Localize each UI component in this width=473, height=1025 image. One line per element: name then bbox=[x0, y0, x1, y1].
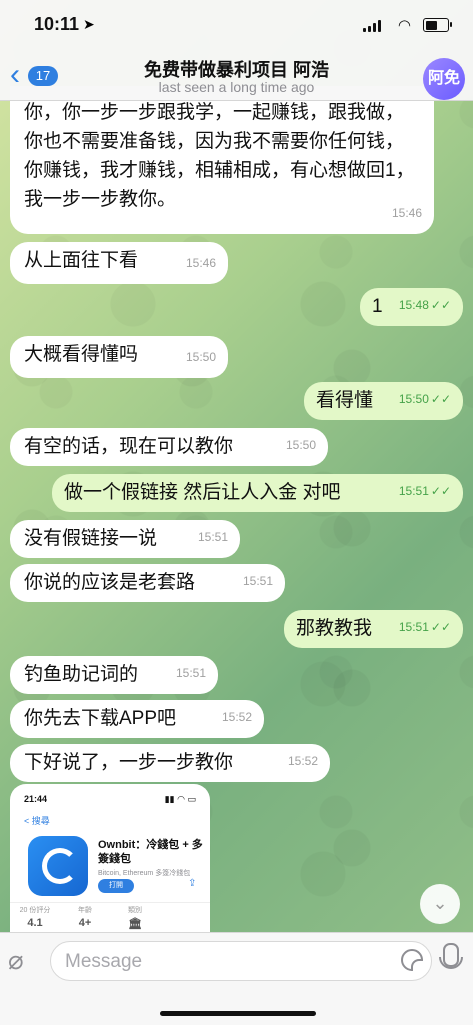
scroll-down-button[interactable]: ⌄ bbox=[420, 884, 460, 924]
chevron-down-icon: ⌄ bbox=[432, 893, 448, 913]
message-bubble-outgoing[interactable]: 做一个假链接 然后让人入金 对吧 15:51 ✓✓ bbox=[52, 474, 463, 512]
screenshot-status-icons: ▮▮ ◠ ▭ bbox=[164, 794, 196, 804]
message-time: 15:52 bbox=[287, 754, 318, 768]
message-text: 钓鱼助记词的 bbox=[24, 664, 139, 685]
battery-icon bbox=[423, 18, 452, 32]
wifi-icon: ◠ bbox=[397, 17, 411, 34]
message-time: 15:52 bbox=[221, 710, 252, 724]
share-icon: ⇪ bbox=[188, 878, 197, 889]
message-time: 15:50 ✓✓ bbox=[398, 392, 451, 406]
message-text: 你先去下载APP吧 bbox=[24, 708, 177, 729]
read-check-icon: ✓✓ bbox=[430, 484, 451, 498]
message-field[interactable] bbox=[50, 941, 432, 981]
message-bubble-incoming[interactable]: 下好说了，一步一步教你 15:52 bbox=[10, 744, 330, 782]
app-subtitle: Bitcoin, Ethereum 多簽冷錢包 bbox=[98, 870, 191, 877]
app-open-button: 打開 bbox=[98, 879, 134, 893]
message-time: 15:51 bbox=[242, 574, 273, 588]
message-text: 你说的应该是老套路 bbox=[24, 572, 196, 593]
read-check-icon: ✓✓ bbox=[430, 298, 451, 312]
message-text: 从上面往下看 bbox=[24, 250, 139, 271]
message-time: 15:50 bbox=[285, 438, 316, 452]
app-stats-row: 20 份評分 4.1 年齡 4+ 類別 🏛 bbox=[10, 902, 210, 932]
message-bubble-outgoing[interactable]: 1 15:48 ✓✓ bbox=[360, 288, 463, 326]
message-bubble-incoming[interactable]: 有空的话，现在可以教你 15:50 bbox=[10, 428, 328, 466]
back-unread-badge[interactable]: 17 bbox=[28, 66, 58, 86]
message-text: 看得懂 bbox=[316, 390, 374, 411]
message-time: 15:46 bbox=[185, 256, 216, 270]
message-time: 15:51 bbox=[175, 666, 206, 680]
message-time: 15:50 bbox=[185, 350, 216, 364]
message-text: 你，你一步一步跟我学，一起赚钱，跟我做，你也不需要准备钱，因为我不需要你任何钱，… bbox=[24, 102, 415, 210]
status-bar: 10:11 ➤ ◠ bbox=[0, 14, 473, 38]
message-bubble-outgoing[interactable]: 看得懂 15:50 ✓✓ bbox=[304, 382, 463, 420]
app-stat: 類別 🏛 bbox=[128, 907, 142, 930]
message-bubble-incoming[interactable]: 你，你一步一步跟我学，一起赚钱，跟我做，你也不需要准备钱，因为我不需要你任何钱，… bbox=[10, 86, 434, 234]
message-input[interactable] bbox=[63, 947, 387, 977]
read-check-icon: ✓✓ bbox=[430, 620, 451, 634]
message-text: 1 bbox=[372, 296, 383, 317]
message-time: 15:51 ✓✓ bbox=[398, 484, 451, 498]
cellular-signal-icon bbox=[363, 20, 383, 32]
message-time: 15:48 ✓✓ bbox=[398, 298, 451, 312]
read-check-icon: ✓✓ bbox=[430, 392, 451, 406]
message-bubble-incoming[interactable]: 从上面往下看 15:46 bbox=[10, 242, 228, 284]
message-text: 下好说了，一步一步教你 bbox=[24, 752, 234, 773]
app-stat: 年齡 4+ bbox=[78, 907, 92, 929]
location-arrow-icon: ➤ bbox=[83, 16, 95, 32]
chat-header: 10:11 ➤ ◠ ‹ 17 免费带做暴利项目 阿浩 last seen a l… bbox=[0, 0, 473, 101]
message-text: 那教教我 bbox=[296, 618, 373, 639]
message-time: 15:51 bbox=[197, 530, 228, 544]
message-text: 有空的话，现在可以教你 bbox=[24, 436, 234, 457]
message-text: 做一个假链接 然后让人入金 对吧 bbox=[64, 482, 341, 503]
last-seen-status: last seen a long time ago bbox=[158, 79, 315, 95]
message-bubble-incoming[interactable]: 没有假链接一说 15:51 bbox=[10, 520, 240, 558]
sticker-icon[interactable] bbox=[401, 949, 423, 971]
home-indicator bbox=[160, 1011, 316, 1016]
attach-paperclip-icon[interactable]: ⌀ bbox=[8, 945, 24, 976]
image-message-app-screenshot[interactable]: 21:44 ▮▮ ◠ ▭ < 搜尋 Ownbit：冷錢包 + 多簽錢包 Bitc… bbox=[10, 784, 210, 932]
screenshot-time: 21:44 bbox=[24, 794, 48, 804]
message-time: 15:46 bbox=[391, 206, 422, 220]
message-bubble-outgoing[interactable]: 那教教我 15:51 ✓✓ bbox=[284, 610, 463, 648]
avatar[interactable]: 阿免 bbox=[423, 58, 465, 100]
app-icon bbox=[28, 836, 88, 896]
app-name: Ownbit：冷錢包 + 多簽錢包 bbox=[98, 839, 203, 865]
back-chevron-icon[interactable]: ‹ bbox=[10, 60, 20, 90]
status-time: 10:11 bbox=[34, 14, 80, 34]
microphone-icon[interactable] bbox=[439, 943, 463, 969]
message-bubble-incoming[interactable]: 你说的应该是老套路 15:51 bbox=[10, 564, 285, 602]
screenshot-back-link: < 搜尋 bbox=[24, 816, 50, 826]
message-time: 15:51 ✓✓ bbox=[398, 620, 451, 634]
message-input-bar: ⌀ bbox=[0, 932, 473, 1025]
message-bubble-incoming[interactable]: 大概看得懂吗 15:50 bbox=[10, 336, 228, 378]
message-bubble-incoming[interactable]: 你先去下载APP吧 15:52 bbox=[10, 700, 264, 738]
message-text: 大概看得懂吗 bbox=[24, 344, 139, 365]
message-text: 没有假链接一说 bbox=[24, 528, 158, 549]
message-bubble-incoming[interactable]: 钓鱼助记词的 15:51 bbox=[10, 656, 218, 694]
app-stat: 20 份評分 4.1 bbox=[19, 907, 51, 929]
